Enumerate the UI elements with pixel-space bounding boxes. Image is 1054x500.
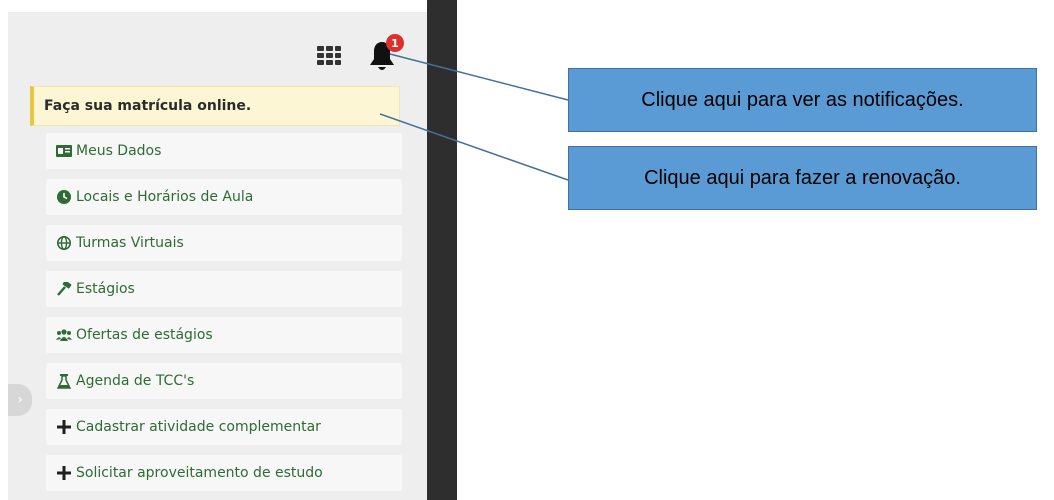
notifications-connector (389, 53, 569, 101)
renewal-callout: Clique aqui para fazer a renovação. (568, 146, 1037, 210)
notifications-callout: Clique aqui para ver as notificações. (568, 68, 1037, 132)
notifications-callout-text: Clique aqui para ver as notificações. (641, 88, 964, 111)
renewal-connector (379, 113, 569, 181)
renewal-callout-text: Clique aqui para fazer a renovação. (644, 166, 961, 189)
